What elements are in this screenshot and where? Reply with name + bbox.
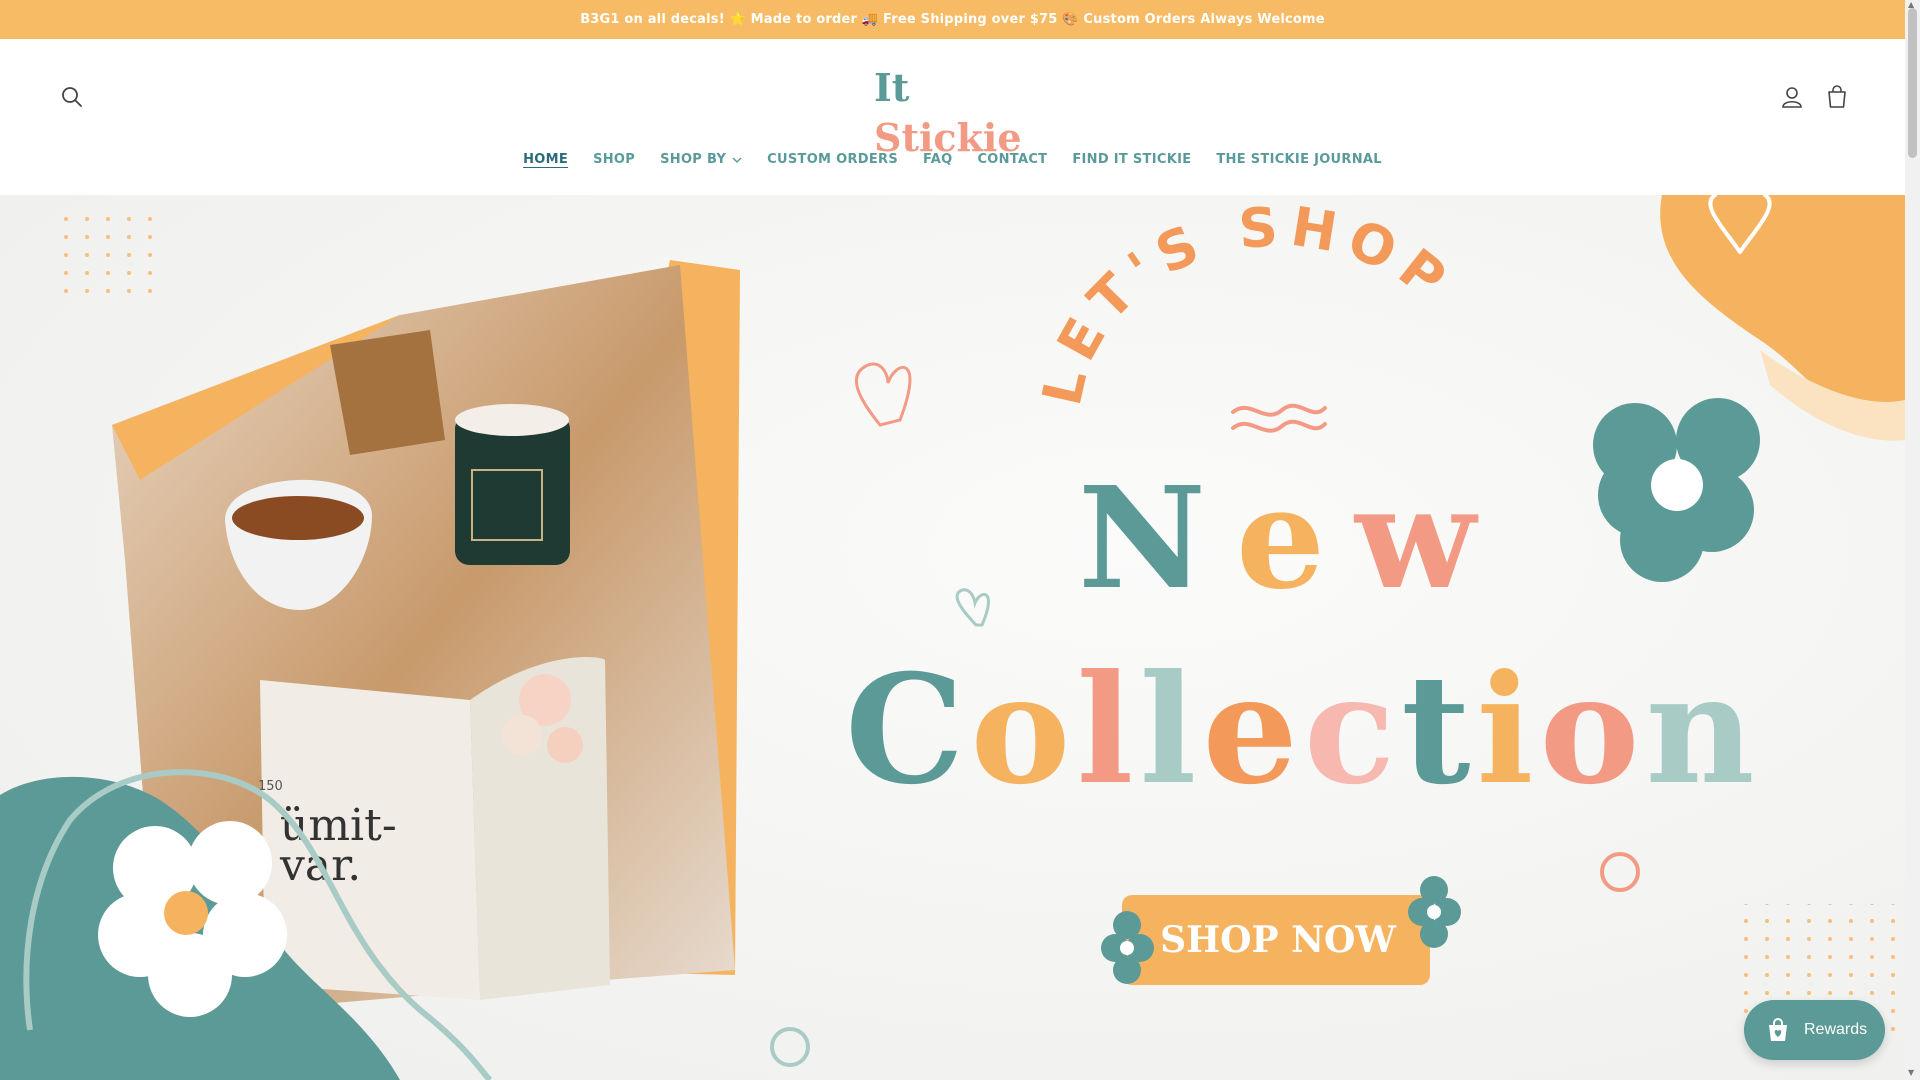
announcement-text: B3G1 on all decals! ⭐ Made to order 🚚 Fr… (580, 12, 1325, 27)
account-button[interactable] (1778, 83, 1806, 111)
user-icon (1782, 87, 1802, 108)
rewards-label: Rewards (1804, 1021, 1868, 1038)
shop-now-label: SHOP NOW (1160, 919, 1396, 961)
nav-label: SHOP (593, 152, 636, 167)
scroll-thumb[interactable] (1908, 8, 1917, 158)
dot-pattern-top-left (48, 204, 168, 300)
nav-label: THE STICKIE JOURNAL (1216, 152, 1382, 167)
hero-banner: 150 ümit- var. LET'S SHOP New Collection… (0, 195, 1905, 1080)
scroll-up-arrow-icon[interactable]: ▲ (1908, 0, 1914, 9)
headline-collection: Collection (845, 642, 1761, 818)
nav-item-shop-by[interactable]: SHOP BY (660, 152, 742, 167)
nav-item-find-it-stickie[interactable]: FIND IT STICKIE (1072, 152, 1191, 167)
nav-label: HOME (523, 152, 569, 167)
nav-item-stickie-journal[interactable]: THE STICKIE JOURNAL (1216, 152, 1381, 167)
shopping-bag-heart-icon (1769, 1018, 1787, 1041)
main-nav: HOME SHOP SHOP BY CUSTOM ORDERS FAQ CONT… (0, 152, 1905, 167)
cart-button[interactable] (1823, 83, 1851, 111)
chevron-down-icon (732, 157, 742, 163)
moka-pot (330, 330, 445, 455)
nav-item-faq[interactable]: FAQ (923, 152, 952, 167)
nav-item-home[interactable]: HOME (523, 152, 568, 167)
nav-item-shop[interactable]: SHOP (593, 152, 635, 167)
logo-it: It (874, 65, 910, 110)
cart-icon (1828, 85, 1846, 108)
search-button[interactable] (58, 83, 86, 111)
logo-wordmark: It Stickie (874, 63, 1029, 163)
nav-label: SHOP BY (660, 152, 727, 167)
flower-outline-2 (770, 1027, 810, 1067)
teal-flower-right (1593, 398, 1760, 582)
nav-label: FIND IT STICKIE (1072, 152, 1192, 167)
rewards-button[interactable]: Rewards (1744, 1000, 1885, 1060)
hero-artwork: 150 ümit- var. LET'S SHOP New Collection… (0, 195, 1905, 1080)
heart-doodle-1 (855, 362, 912, 427)
flower-outline-1 (1600, 852, 1640, 892)
headline-new: New (1078, 457, 1506, 621)
search-icon (62, 87, 82, 107)
nav-item-contact[interactable]: CONTACT (977, 152, 1047, 167)
svg-text:LET'S SHOP: LET'S SHOP (1030, 195, 1465, 411)
page-scrollbar[interactable] (1905, 0, 1920, 1080)
heart-doodle-2 (955, 588, 990, 627)
nav-item-custom-orders[interactable]: CUSTOM ORDERS (767, 152, 898, 167)
tagline-text: LET'S SHOP (1030, 195, 1455, 411)
scroll-down-arrow-icon[interactable]: ▼ (1908, 1068, 1914, 1077)
shop-now-button[interactable]: SHOP NOW (1101, 876, 1461, 985)
nav-label: CUSTOM ORDERS (767, 152, 899, 167)
site-header: It Stickie HOME SHOP SHOP BY CUSTOM ORDE… (0, 39, 1905, 195)
nav-label: FAQ (923, 152, 953, 167)
lets-shop-tagline: LET'S SHOP (1030, 195, 1465, 433)
site-logo[interactable]: It Stickie (874, 63, 1029, 160)
nav-label: CONTACT (977, 152, 1048, 167)
announcement-bar: B3G1 on all decals! ⭐ Made to order 🚚 Fr… (0, 0, 1905, 39)
